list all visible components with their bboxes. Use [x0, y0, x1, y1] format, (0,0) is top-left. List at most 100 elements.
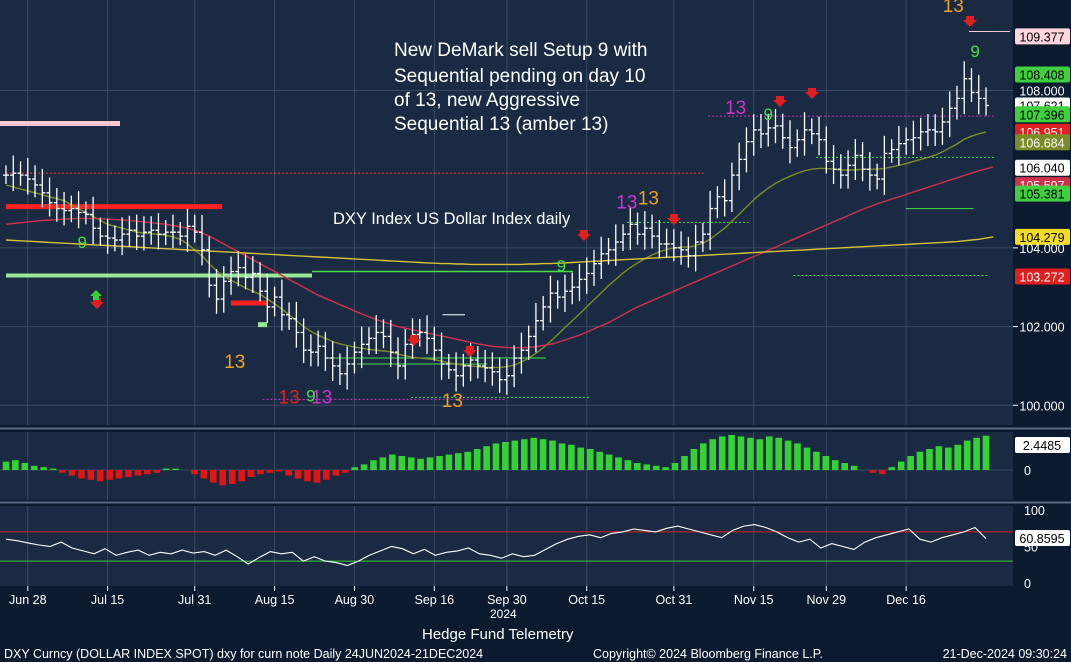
- histogram-bar: [558, 443, 566, 470]
- footer-copyright: Copyright© 2024 Bloomberg Finance L.P.: [593, 647, 823, 661]
- price-label: 106.040: [1019, 162, 1064, 176]
- x-tick-label: Dec 16: [886, 593, 926, 607]
- x-tick-label: Sep 16: [414, 593, 454, 607]
- demark-count-label: 9: [970, 42, 979, 61]
- histogram-bar: [643, 464, 651, 470]
- histogram-bar: [850, 465, 858, 470]
- histogram-bar: [775, 437, 782, 470]
- histogram-bar: [436, 456, 443, 470]
- histogram-bar: [162, 468, 170, 470]
- histogram-bar: [398, 456, 406, 470]
- demark-count-label: 9: [77, 233, 86, 252]
- histogram-bar: [304, 470, 311, 482]
- indicator-zero-tick: 0: [1024, 464, 1031, 478]
- annotation-line: of 13, new Aggressive: [394, 90, 580, 111]
- annotation-line: New DeMark sell Setup 9 with: [394, 40, 647, 61]
- histogram-bar: [247, 470, 255, 477]
- histogram-bar: [652, 465, 660, 470]
- histogram-bar: [803, 447, 811, 470]
- histogram-bar: [332, 470, 340, 476]
- histogram-bar: [426, 457, 434, 470]
- histogram-bar: [96, 470, 104, 482]
- price-label: 108.000: [1019, 85, 1064, 99]
- histogram-bar: [605, 454, 613, 470]
- histogram-bar: [351, 467, 358, 470]
- histogram-bar: [144, 470, 151, 475]
- price-label: 105.381: [1019, 188, 1064, 202]
- histogram-bar: [464, 451, 471, 470]
- histogram-bar: [483, 446, 490, 470]
- demark-count-label: 13: [616, 193, 637, 214]
- histogram-bar: [417, 458, 424, 470]
- histogram-bar: [407, 457, 415, 470]
- histogram-bar: [68, 470, 76, 476]
- demark-count-label: 13: [638, 189, 659, 210]
- histogram-bar: [982, 435, 990, 470]
- histogram-bar: [879, 470, 886, 475]
- x-tick-label: Jul 31: [178, 593, 211, 607]
- histogram-bar: [624, 460, 632, 470]
- x-tick-label: Oct 15: [568, 593, 605, 607]
- histogram-bar: [49, 468, 57, 470]
- histogram-bar: [747, 437, 754, 470]
- demark-count-label: 13: [224, 352, 245, 373]
- demark-count-label: 13: [279, 387, 300, 408]
- histogram-bar: [200, 470, 208, 479]
- histogram-bar: [690, 449, 698, 470]
- histogram-bar: [341, 470, 349, 473]
- histogram-bar: [963, 440, 971, 470]
- histogram-bar: [492, 443, 500, 470]
- histogram-bar: [737, 436, 745, 470]
- x-tick-label: Sep 30: [487, 593, 527, 607]
- histogram-bar: [172, 468, 179, 470]
- price-label: 109.377: [1019, 30, 1064, 44]
- histogram-bar: [530, 437, 537, 470]
- histogram-bar: [153, 470, 161, 473]
- histogram-bar: [596, 451, 603, 470]
- demark-count-label: 13: [725, 98, 746, 119]
- histogram-bar: [87, 470, 95, 480]
- histogram-bar: [134, 470, 142, 476]
- histogram-bar: [12, 460, 19, 470]
- histogram-bar: [577, 447, 585, 470]
- resistance-marker: [0, 121, 120, 126]
- histogram-bar: [945, 447, 952, 470]
- histogram-bar: [634, 463, 641, 470]
- histogram-bar: [973, 437, 980, 470]
- histogram-bar: [907, 456, 914, 470]
- histogram-bar: [662, 467, 669, 470]
- demark-count-label: 9: [557, 257, 566, 276]
- chart-title: DXY Index US Dollar Index daily: [333, 210, 571, 228]
- histogram-bar: [521, 439, 528, 470]
- histogram-bar: [228, 470, 236, 484]
- histogram-bar: [728, 435, 735, 470]
- histogram-bar: [238, 470, 245, 482]
- histogram-bar: [191, 470, 198, 475]
- annotation-line: Sequential 13 (amber 13): [394, 114, 608, 135]
- histogram-bar: [766, 436, 773, 470]
- histogram-bar: [294, 470, 302, 479]
- histogram-bar: [502, 442, 509, 470]
- histogram-bar: [888, 467, 896, 470]
- price-label: 106.684: [1019, 136, 1064, 150]
- oscillator-tick-label: 0: [1024, 577, 1031, 591]
- histogram-bar: [511, 440, 519, 470]
- histogram-bar: [709, 439, 716, 470]
- histogram-bar: [257, 470, 264, 475]
- histogram-bar: [681, 456, 688, 470]
- demark-count-label: 13: [442, 391, 463, 412]
- footer-timestamp: 21-Dec-2024 09:30:24: [943, 647, 1067, 661]
- histogram-bar: [935, 446, 943, 470]
- indicator-value-label: 2.4485: [1023, 439, 1061, 453]
- x-tick-label: Aug 30: [335, 593, 375, 607]
- histogram-bar: [210, 470, 217, 483]
- histogram-bar: [568, 444, 575, 470]
- histogram-bar: [916, 451, 924, 470]
- histogram-bar: [285, 470, 292, 476]
- price-label: 108.408: [1019, 69, 1064, 83]
- dxy-chart: 91313 139 13913 1313 9139 109.377108.408108.…: [0, 0, 1071, 662]
- oscillator-tick-label: 100: [1024, 504, 1045, 518]
- histogram-bar: [869, 470, 877, 473]
- histogram-bar: [370, 460, 377, 470]
- histogram-bar: [323, 470, 330, 480]
